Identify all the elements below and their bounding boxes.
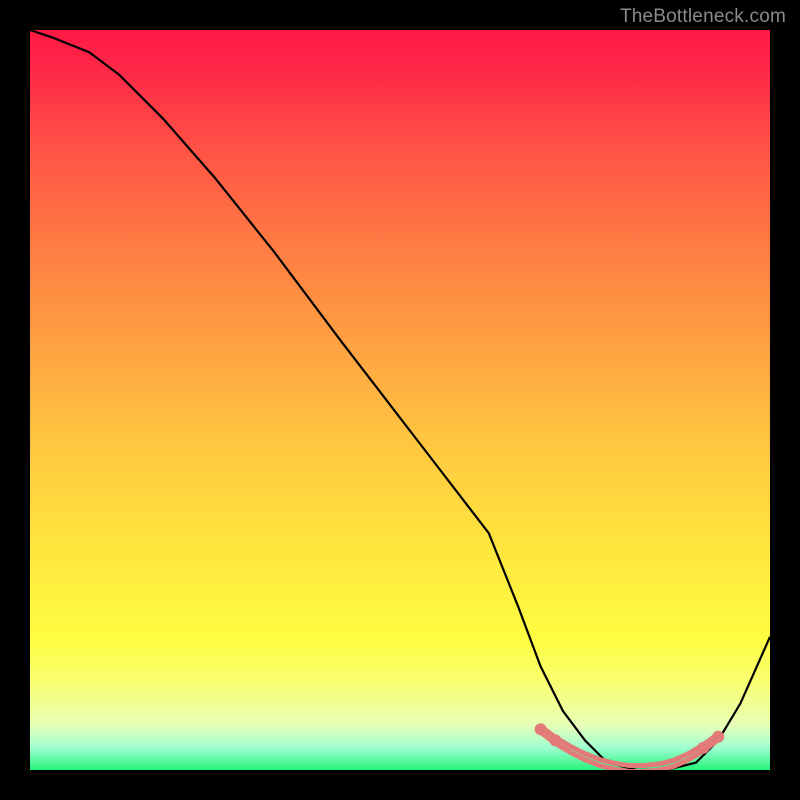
plot-area xyxy=(30,30,770,770)
highlight-dot xyxy=(535,723,547,735)
chart-container: TheBottleneck.com xyxy=(0,0,800,800)
bottleneck-curve xyxy=(30,30,770,770)
highlight-dot xyxy=(549,734,561,746)
highlight-dot xyxy=(712,731,724,743)
curve-svg xyxy=(30,30,770,770)
watermark-text: TheBottleneck.com xyxy=(620,6,786,28)
highlight-dot xyxy=(697,742,709,754)
